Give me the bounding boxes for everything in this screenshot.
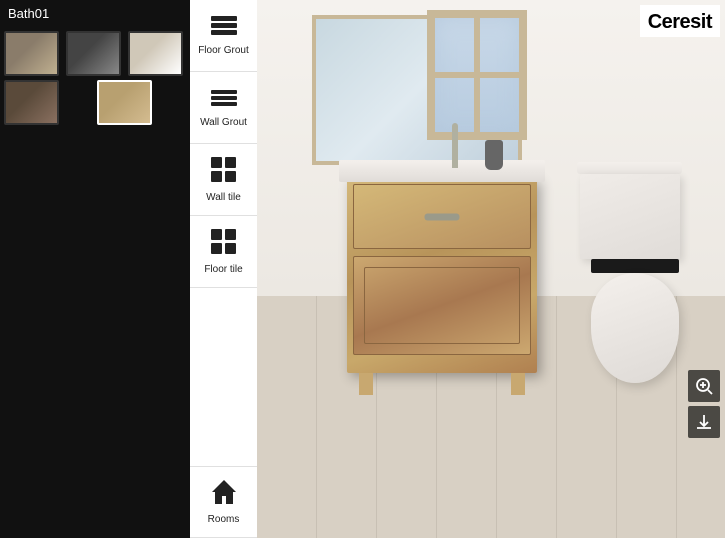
- toilet-tank-top: [577, 162, 682, 174]
- nav-wall-tile[interactable]: Wall tile: [190, 144, 257, 216]
- toilet-seat: [591, 259, 679, 273]
- floor-grout-icon: [210, 15, 238, 41]
- thumbnail-3[interactable]: [128, 31, 183, 76]
- vanity-door-panel: [364, 267, 520, 344]
- main-content: Ceresit: [257, 0, 725, 538]
- floor-tile-icon: [210, 228, 238, 260]
- thumbnail-1[interactable]: [4, 31, 59, 76]
- logo-text: Ceresit: [648, 8, 712, 34]
- rooms-label: Rooms: [208, 514, 240, 526]
- download-button[interactable]: [688, 406, 720, 438]
- logo-text-main: Ceresit: [648, 11, 712, 33]
- vanity-door: [353, 256, 531, 355]
- nav-floor-tile[interactable]: Floor tile: [190, 216, 257, 288]
- thumbnail-5[interactable]: [97, 80, 152, 125]
- vanity-countertop: [339, 160, 545, 182]
- zoom-in-icon: [695, 377, 713, 395]
- thumbnail-grid-row2: [0, 80, 190, 129]
- toilet-tank: [580, 174, 680, 259]
- drawer-handle: [425, 213, 460, 220]
- rooms-icon: [210, 478, 238, 510]
- wall-grout-label: Wall Grout: [200, 117, 247, 129]
- left-sidebar: Bath01: [0, 0, 190, 538]
- download-icon: [695, 413, 713, 431]
- toilet: [580, 162, 690, 383]
- floor-tile-label: Floor tile: [204, 264, 242, 276]
- wall-tile-label: Wall tile: [206, 192, 241, 204]
- room-title: Bath01: [0, 0, 190, 27]
- nav-wall-grout[interactable]: Wall Grout: [190, 72, 257, 144]
- toilet-bowl: [591, 273, 679, 383]
- bathroom-scene: Ceresit: [257, 0, 725, 538]
- vanity-leg-right: [511, 373, 525, 395]
- vanity-legs: [359, 373, 525, 395]
- nav-rooms[interactable]: Rooms: [190, 466, 257, 538]
- ceresit-logo: Ceresit: [640, 5, 720, 37]
- vanity-leg-left: [359, 373, 373, 395]
- thumbnail-2[interactable]: [66, 31, 121, 76]
- vertical-nav: Floor Grout Wall Grout Wall tile: [190, 0, 257, 538]
- soap-dispenser: [485, 140, 503, 170]
- vanity-drawer: [353, 184, 531, 249]
- bathroom-window: [427, 10, 527, 140]
- wall-grout-icon: [210, 87, 238, 113]
- nav-floor-grout[interactable]: Floor Grout: [190, 0, 257, 72]
- faucet: [452, 123, 458, 168]
- zoom-controls: [688, 370, 720, 438]
- thumbnail-grid-row1: [0, 27, 190, 80]
- thumbnail-4[interactable]: [4, 80, 59, 125]
- wall-tile-icon: [210, 156, 238, 188]
- vanity-cabinet: [347, 178, 537, 373]
- floor-grout-label: Floor Grout: [198, 45, 249, 57]
- zoom-in-button[interactable]: [688, 370, 720, 402]
